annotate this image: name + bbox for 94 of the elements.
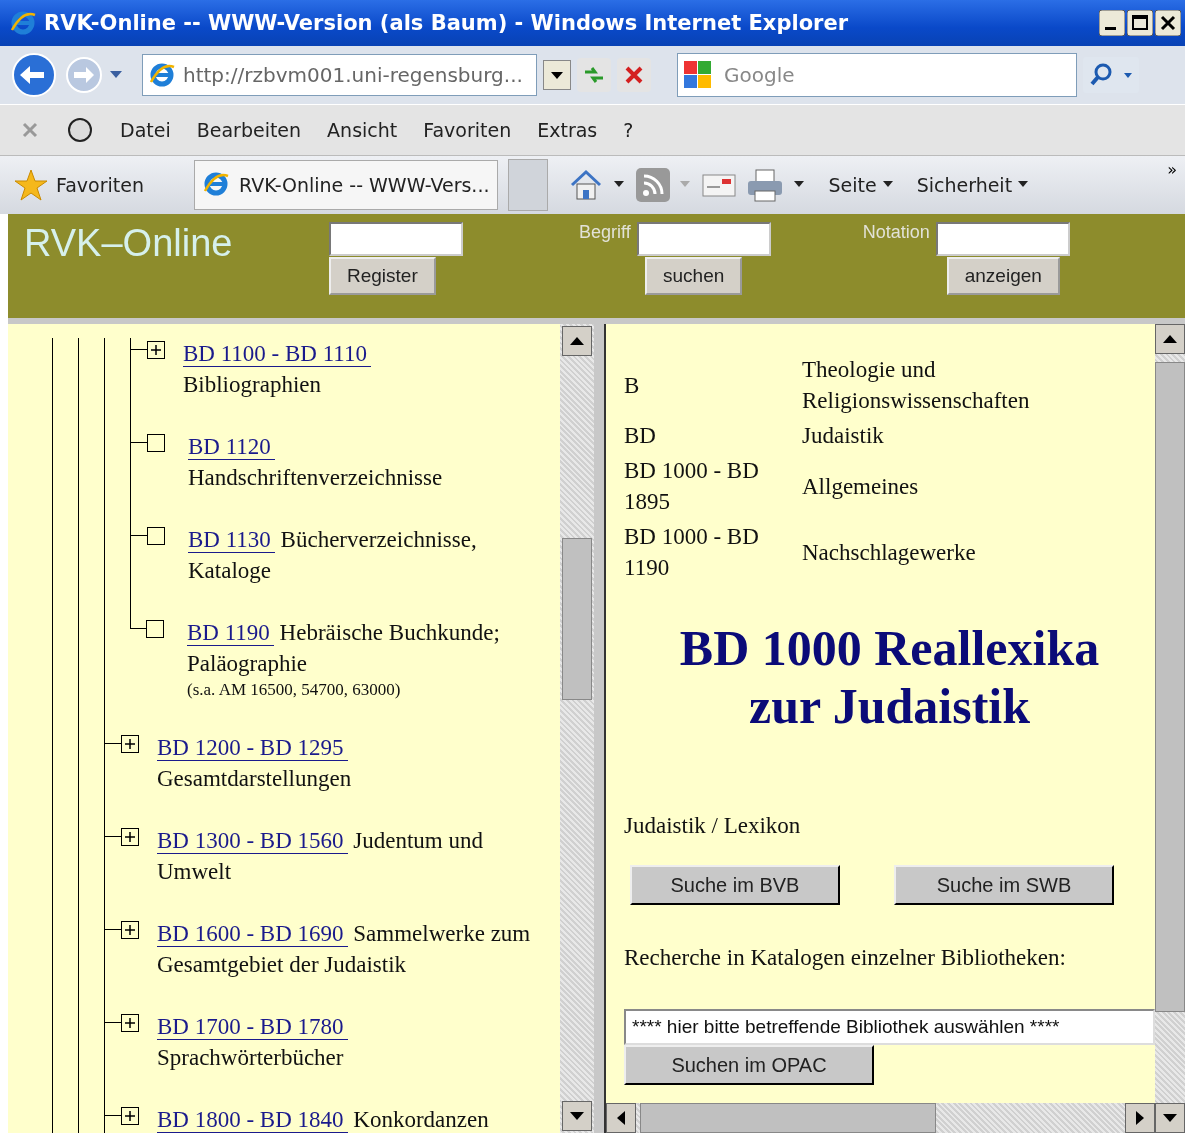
window-title: RVK-Online -- WWW-Version (als Baum) - Windows Internet Explorer [44,11,849,35]
library-prompt: Recherche in Katalogen einzelner Bibliotheken: [624,945,1067,971]
dropdown-button-icon[interactable] [543,60,571,90]
menu-item[interactable]: Favoriten [423,119,512,141]
notation-link[interactable]: BD 1700 - BD 1780 [157,1014,348,1040]
browser-logo-icon [10,10,36,36]
notation-link[interactable]: BD 1600 - BD 1690 [157,921,348,947]
url-text: http://rzbvm001.uni-regensburg... [183,63,523,87]
library-select[interactable]: **** hier bitte betreffende Bibliothek auswählen **** [624,1009,1155,1045]
overflow-button[interactable]: » [1167,160,1177,179]
catalog-search-button[interactable]: Suche im SWB [894,865,1114,905]
tree-entry-text: BD 1130 Bücherverzeichnisse, Kataloge [188,526,478,585]
stop-icon[interactable] [617,58,651,92]
site-logo: RVK–Online [24,222,234,265]
notation-cell: B [624,372,640,398]
back-icon[interactable] [10,51,58,99]
form-button[interactable]: anzeigen [946,257,1060,295]
menu-item[interactable]: ? [623,119,634,141]
form-button[interactable]: suchen [645,257,743,295]
notation-link[interactable]: BD 1130 [188,527,275,553]
favorites-button[interactable]: Favoriten [14,168,184,202]
menu-item[interactable]: Bearbeiten [196,119,302,141]
field-label: Begriff [579,222,631,243]
printer-icon[interactable] [746,168,785,202]
class-name-cell: Allgemeines [802,473,919,499]
expand-icon[interactable] [121,921,139,939]
tree-entry-text: BD 1600 - BD 1690 Sammelwerke zum Gesamtgebiet der Judaistik [157,920,532,979]
scroll-thumb[interactable] [562,538,592,700]
scroll-up-icon[interactable] [562,326,592,356]
tree-entry-text: BD 1100 - BD 1110 Bibliographien [183,338,501,400]
vertical-scrollbar[interactable] [560,324,594,1133]
tree-entry-text: BD 1120 Handschriftenverzeichnisse [188,433,444,492]
scroll-left-icon[interactable] [606,1103,636,1133]
text-field[interactable] [329,222,463,256]
feed-icon[interactable] [636,168,671,202]
text-field[interactable] [935,222,1070,256]
mail-icon[interactable] [702,172,737,198]
class-name-cell: Judaistik [802,423,884,448]
minimize-icon[interactable] [1099,10,1125,36]
command-menu[interactable]: Sicherheit [916,174,1031,196]
close-icon[interactable] [1155,10,1181,36]
notation-link[interactable]: BD 1800 - BD 1840 [157,1107,348,1133]
notation-link[interactable]: BD 1200 - BD 1295 [157,735,348,761]
opac-search-button[interactable]: Suchen im OPAC [624,1045,874,1085]
notation-link[interactable]: BD 1190 [187,620,274,646]
scroll-thumb[interactable] [640,1103,936,1133]
maximize-icon[interactable] [1127,10,1153,36]
form-button[interactable]: Register [329,257,436,295]
text-field[interactable] [636,222,771,256]
scroll-down-icon[interactable] [1155,1103,1185,1133]
notation-link[interactable]: BD 1120 [188,434,275,460]
expand-icon[interactable] [147,341,165,359]
notation-cell: BD [624,423,656,448]
entry-note: (s.a. AM 16500, 54700, 63000) [187,679,402,701]
expand-icon[interactable] [121,735,139,753]
horizontal-scrollbar[interactable] [606,1103,1155,1133]
notation-link[interactable]: BD 1300 - BD 1560 [157,828,348,854]
scroll-up-icon[interactable] [1155,324,1185,354]
caret-icon [1018,181,1031,189]
catalog-search-button[interactable]: Suche im BVB [630,865,840,905]
expand-icon[interactable] [121,1014,139,1032]
class-name-cell: Nachschlagewerke [802,539,976,565]
search-field[interactable]: Google [677,53,1077,97]
caret-icon [882,181,895,189]
tree-entry-text: BD 1700 - BD 1780 Sprachwörterbücher [157,1011,535,1073]
subject-text: Judaistik / Lexikon [624,813,802,839]
command-menu[interactable]: Seite [828,174,895,196]
menu-item[interactable]: Ansicht [327,119,398,141]
tree-entry-text: BD 1200 - BD 1295 Gesamtdarstellungen [157,734,353,793]
tree-entry-text: BD 1190 Hebräische Buchkunde; Paläographie [187,619,501,678]
circle-icon[interactable] [66,116,94,144]
scroll-right-icon[interactable] [1125,1103,1155,1133]
vertical-scrollbar[interactable] [1155,324,1185,1133]
expand-icon[interactable] [121,1107,139,1125]
refresh-icon[interactable] [577,58,611,92]
caret-icon[interactable] [794,181,807,189]
browser-logo-icon [149,62,175,88]
browser-tab[interactable]: RVK-Online -- WWW-Vers... [194,160,499,210]
caret-icon[interactable] [614,181,627,189]
menu-item[interactable]: Datei [120,119,171,141]
tree-entry-text: BD 1800 - BD 1840 Konkordanzen [157,1106,490,1133]
menu-item[interactable]: Extras [537,119,598,141]
field-label: Notation [862,222,930,243]
address-field[interactable]: http://rzbvm001.uni-regensburg... [142,54,537,96]
notation-cell: BD 1000 - BD 1190 [624,524,759,580]
notation-cell: BD 1000 - BD 1895 [624,458,759,514]
star-icon [14,168,48,202]
notation-link[interactable]: BD 1100 - BD 1110 [183,341,371,367]
scroll-thumb[interactable] [1155,362,1185,1012]
class-heading: BD 1000 Reallexika zur Judaistik [678,619,1101,735]
scroll-down-icon[interactable] [562,1101,592,1131]
tree-entry-text: BD 1300 - BD 1560 Judentum und Umwelt [157,827,484,886]
expand-icon[interactable] [121,828,139,846]
class-name-cell: Theologie und Religionswissenschaften [802,357,1030,413]
